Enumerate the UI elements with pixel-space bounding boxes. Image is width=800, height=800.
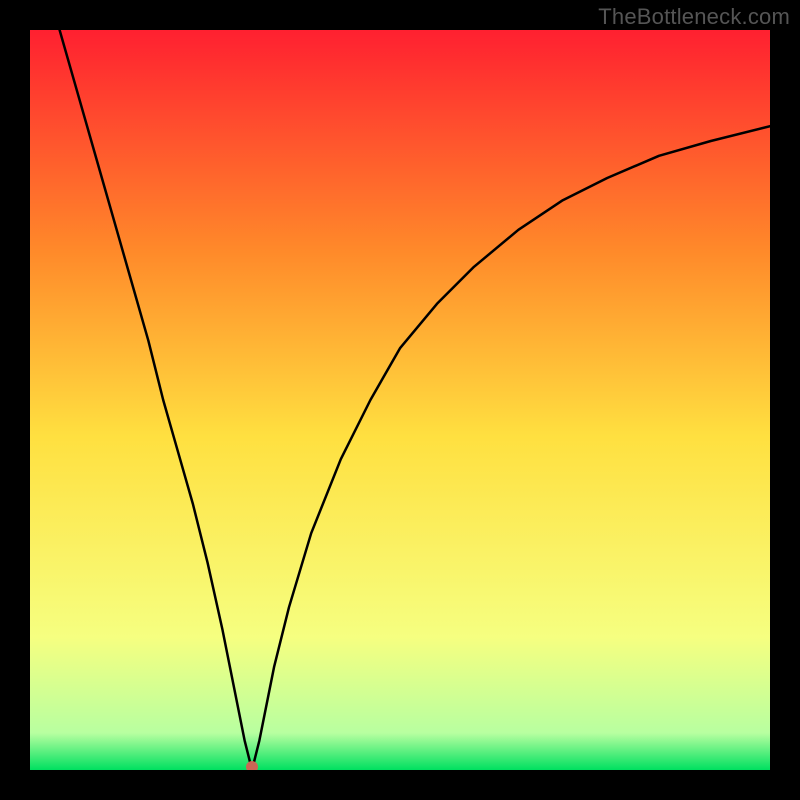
watermark-text: TheBottleneck.com <box>598 4 790 30</box>
bottleneck-chart <box>30 30 770 770</box>
gradient-background <box>30 30 770 770</box>
chart-frame <box>30 30 770 770</box>
